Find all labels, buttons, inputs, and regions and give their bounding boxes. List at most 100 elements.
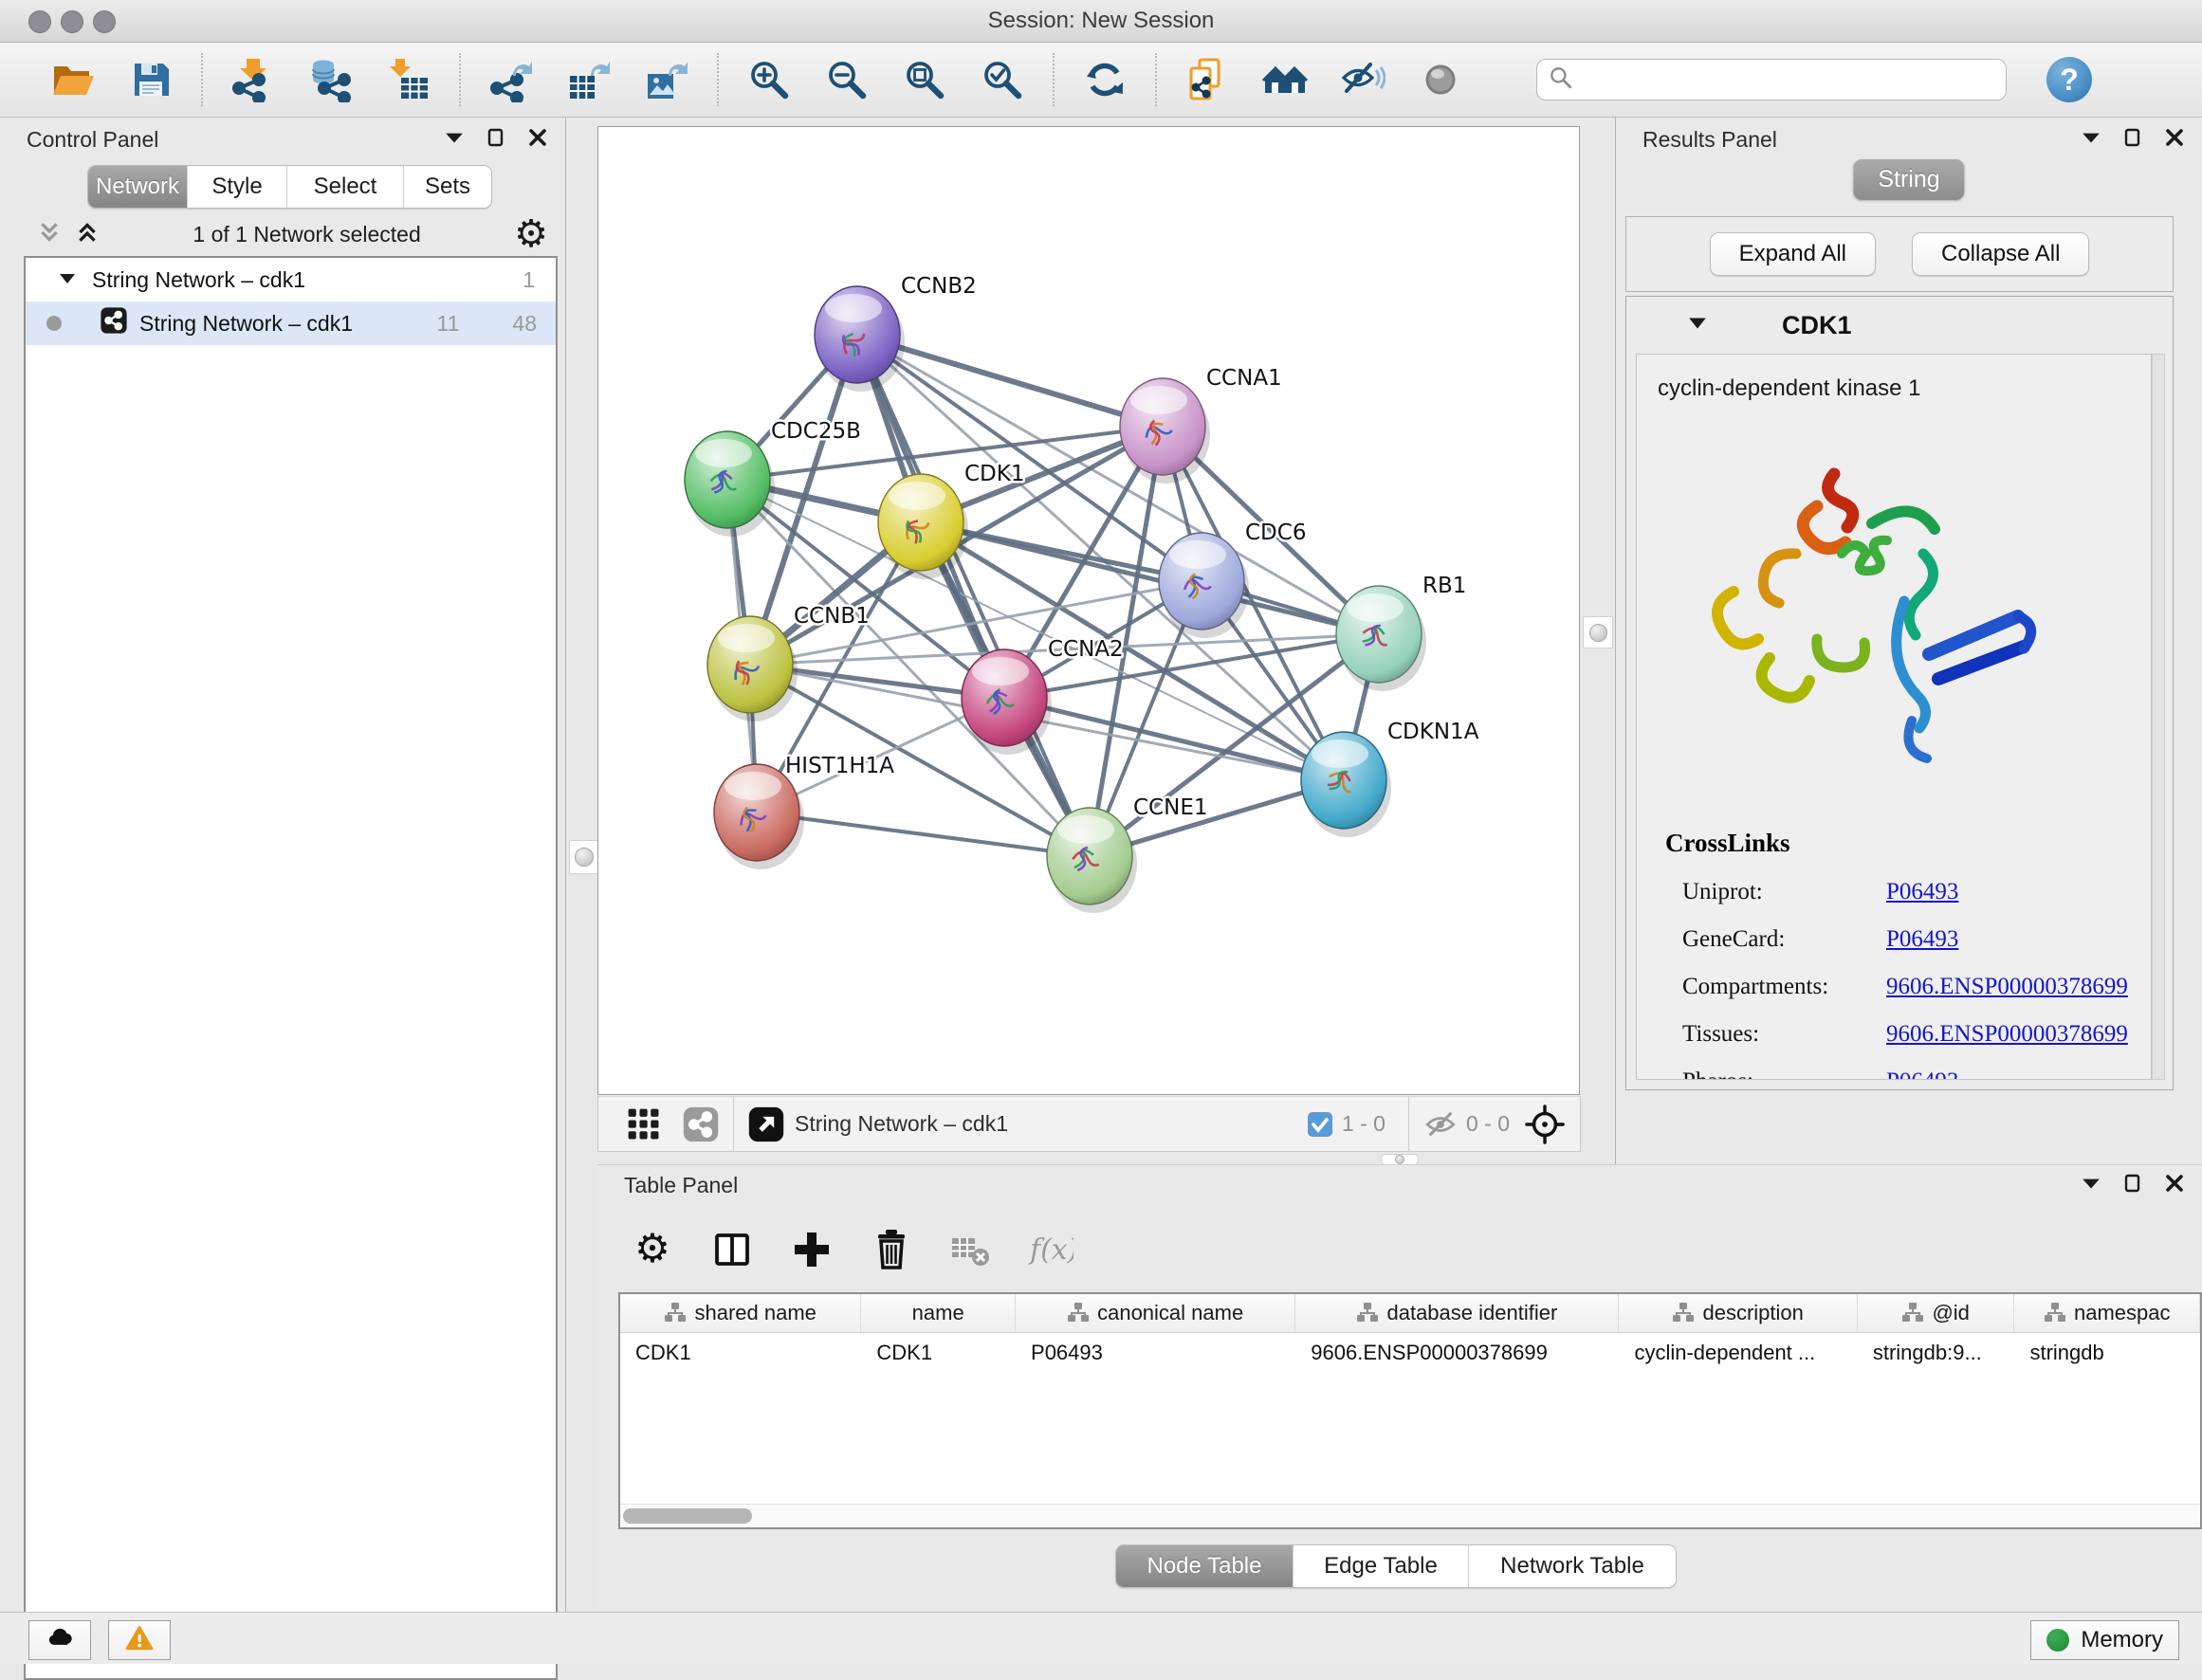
network-options-gear-icon[interactable]: ⚙ — [514, 215, 548, 253]
collapse-all-button[interactable]: Collapse All — [1912, 232, 2089, 276]
results-tab-string[interactable]: String — [1853, 159, 1964, 200]
two-houses-icon[interactable] — [1254, 49, 1316, 110]
table-panel-header-icons — [2081, 1173, 2185, 1198]
gear-icon[interactable]: ⚙ — [626, 1223, 679, 1276]
collection-expand-icon[interactable] — [58, 267, 77, 293]
network-node-CCNE1[interactable] — [1047, 808, 1137, 913]
expand-all-networks-icon[interactable] — [37, 220, 62, 249]
table-cell[interactable]: P06493 — [1016, 1341, 1295, 1365]
crosshair-icon[interactable] — [1525, 1105, 1565, 1144]
zoom-selected-icon[interactable] — [971, 49, 1034, 110]
network-canvas[interactable]: CCNB2CCNA1CDC25BCDK1CDC6RB1CCNB1CCNA2CDK… — [597, 126, 1580, 1095]
tab-node-table[interactable]: Node Table — [1116, 1545, 1293, 1587]
open-session-icon[interactable] — [42, 49, 104, 110]
birdseye-view-icon[interactable] — [747, 1105, 785, 1143]
share-view-icon[interactable] — [682, 1105, 720, 1143]
protein-section-header[interactable]: CDK1 — [1626, 297, 2173, 354]
panel-float-icon[interactable] — [2122, 1173, 2143, 1198]
network-node-CCNB1[interactable] — [707, 616, 798, 721]
network-node-CDKN1A[interactable] — [1301, 732, 1391, 837]
export-network-icon[interactable] — [480, 49, 542, 110]
selected-checkbox-icon[interactable] — [1306, 1110, 1334, 1139]
import-table-file-icon[interactable] — [377, 49, 440, 110]
tab-sets[interactable]: Sets — [403, 166, 491, 208]
panel-close-icon[interactable] — [527, 127, 548, 153]
panel-close-icon[interactable] — [2164, 1173, 2185, 1198]
table-cell[interactable]: cyclin-dependent ... — [1619, 1341, 1857, 1365]
trash-icon[interactable] — [865, 1223, 918, 1276]
import-network-file-icon[interactable] — [222, 49, 284, 110]
network-collection-row[interactable]: String Network – cdk1 1 — [26, 258, 556, 301]
panel-menu-icon[interactable] — [2081, 127, 2101, 153]
help-button[interactable]: ? — [2046, 57, 2092, 102]
refresh-view-icon[interactable] — [1073, 49, 1136, 110]
cloud-button[interactable] — [28, 1620, 91, 1660]
memory-button[interactable]: Memory — [2030, 1620, 2179, 1660]
column-header-namespac[interactable]: namespac — [2014, 1294, 2200, 1332]
tab-style[interactable]: Style — [187, 166, 286, 208]
network-node-count: 11 — [437, 311, 460, 337]
panel-float-icon[interactable] — [486, 127, 506, 153]
panel-menu-icon[interactable] — [2081, 1173, 2101, 1198]
network-node-CCNB2[interactable] — [815, 286, 905, 392]
network-node-CCNA1[interactable] — [1120, 378, 1210, 484]
grid-view-icon[interactable] — [625, 1105, 663, 1143]
crosslink-link[interactable]: 9606.ENSP00000378699 — [1886, 1021, 2128, 1048]
clone-network-icon[interactable] — [1176, 49, 1239, 110]
network-edge[interactable] — [921, 522, 1379, 634]
warning-button[interactable] — [108, 1620, 171, 1660]
panel-float-icon[interactable] — [2122, 127, 2143, 153]
columns-icon[interactable] — [706, 1223, 759, 1276]
column-header-database-identifier[interactable]: database identifier — [1295, 1294, 1619, 1332]
add-icon[interactable] — [785, 1223, 838, 1276]
panel-close-icon[interactable] — [2164, 127, 2185, 153]
zoom-out-icon[interactable] — [816, 49, 878, 110]
results-scrollbar[interactable] — [2152, 354, 2165, 1080]
crosslink-link[interactable]: 9606.ENSP00000378699 — [1886, 974, 2128, 1000]
section-collapse-icon[interactable] — [1687, 314, 1708, 338]
gray-eye-icon[interactable] — [1409, 49, 1472, 110]
crosslink-link[interactable]: P06493 — [1886, 926, 1958, 953]
column-header-description[interactable]: description — [1619, 1294, 1857, 1332]
search-input[interactable] — [1575, 62, 2006, 98]
table-cell[interactable]: CDK1 — [861, 1341, 1016, 1365]
expand-all-button[interactable]: Expand All — [1710, 232, 1876, 276]
table-hscrollbar-thumb[interactable] — [623, 1508, 752, 1524]
left-splitter-grip[interactable] — [569, 840, 599, 874]
column-header-canonical-name[interactable]: canonical name — [1016, 1294, 1295, 1332]
tab-edge-table[interactable]: Edge Table — [1293, 1545, 1468, 1587]
tab-network[interactable]: Network — [88, 166, 187, 208]
table-row[interactable]: CDK1CDK1P064939606.ENSP00000378699cyclin… — [620, 1333, 2200, 1373]
network-row[interactable]: String Network – cdk1 11 48 — [26, 301, 556, 345]
hide-selected-icon[interactable] — [1331, 49, 1394, 110]
selected-counts: 1 - 0 — [1342, 1111, 1385, 1137]
export-image-icon[interactable] — [635, 49, 698, 110]
network-node-RB1[interactable] — [1336, 586, 1426, 691]
table-cell[interactable]: 9606.ENSP00000378699 — [1295, 1341, 1619, 1365]
zoom-in-icon[interactable] — [738, 49, 800, 110]
import-network-database-icon[interactable] — [300, 49, 362, 110]
zoom-fit-icon[interactable] — [893, 49, 956, 110]
network-node-CDC25B[interactable] — [685, 431, 775, 537]
column-header-shared-name[interactable]: shared name — [620, 1294, 861, 1332]
network-node-HIST1H1A[interactable] — [714, 764, 804, 869]
export-table-icon[interactable] — [558, 49, 620, 110]
hidden-eye-icon[interactable] — [1422, 1106, 1459, 1142]
panel-menu-icon[interactable] — [444, 127, 465, 153]
crosslink-link[interactable]: P06493 — [1886, 879, 1958, 905]
column-header-name[interactable]: name — [861, 1294, 1016, 1332]
tab-network-table[interactable]: Network Table — [1468, 1545, 1676, 1587]
right-splitter-grip[interactable] — [1583, 616, 1613, 648]
network-edge[interactable] — [757, 813, 1090, 856]
table-cell[interactable]: stringdb:9... — [1858, 1341, 2015, 1365]
column-header-@id[interactable]: @id — [1858, 1294, 2015, 1332]
network-node-CDK1[interactable] — [878, 474, 968, 579]
collapse-all-networks-icon[interactable] — [75, 220, 100, 249]
crosslink-link[interactable]: P06493 — [1886, 1068, 1958, 1080]
tab-select[interactable]: Select — [286, 166, 403, 208]
table-cell[interactable]: CDK1 — [620, 1341, 861, 1365]
table-cell[interactable]: stringdb — [2014, 1341, 2200, 1365]
save-session-icon[interactable] — [119, 49, 182, 110]
svg-text:⚙: ⚙ — [634, 1227, 670, 1271]
hidden-counts: 0 - 0 — [1466, 1111, 1510, 1137]
